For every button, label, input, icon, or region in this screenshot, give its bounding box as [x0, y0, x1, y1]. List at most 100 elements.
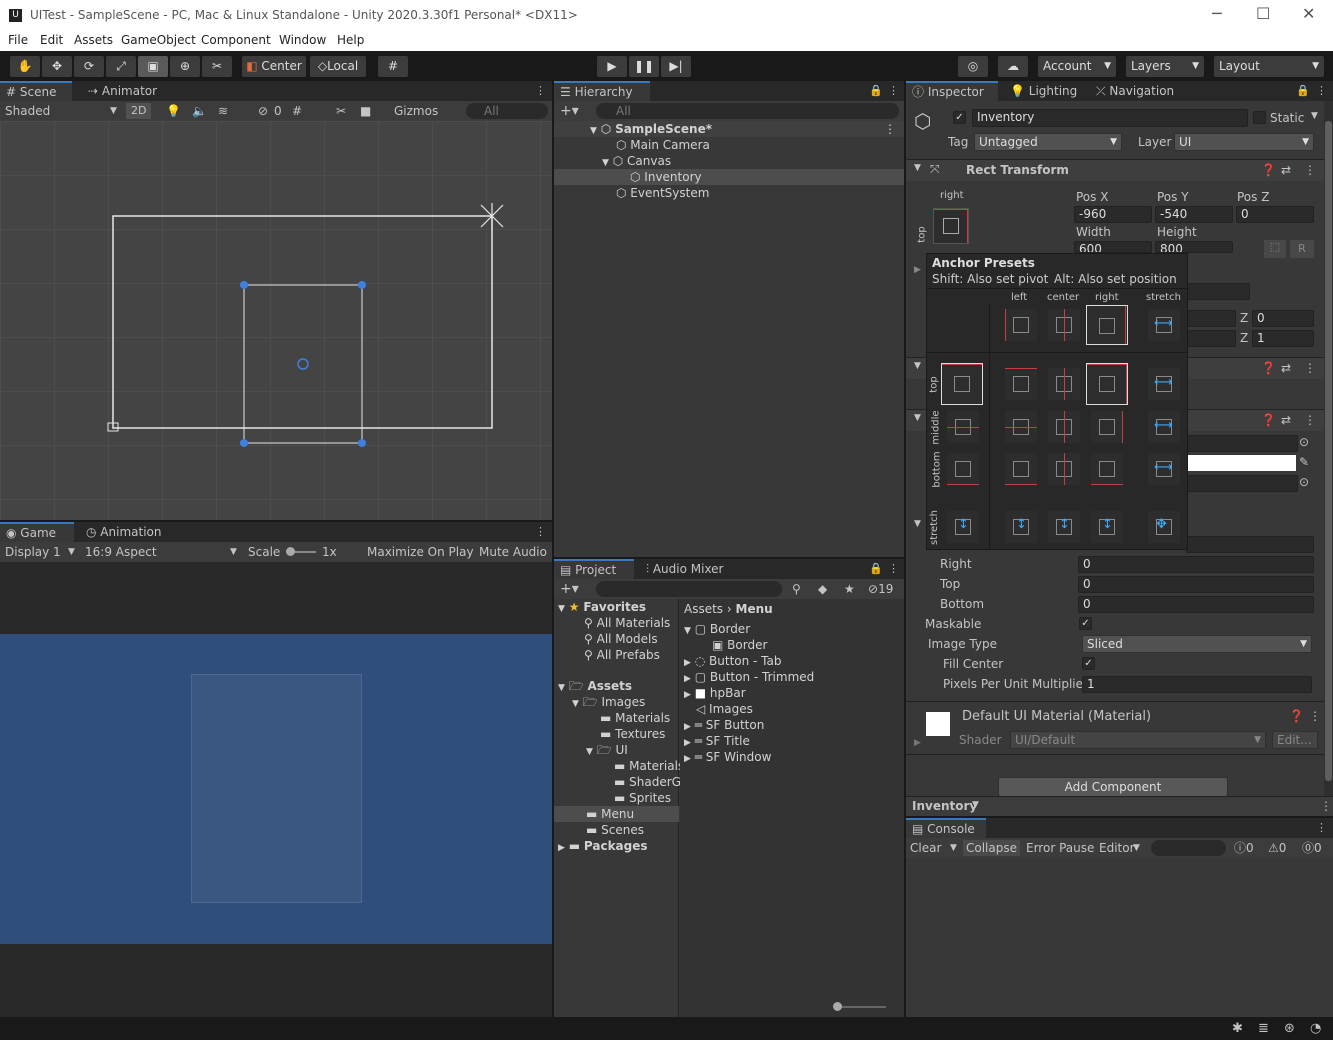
tab-project[interactable]: ▤ Project: [554, 559, 634, 579]
hierarchy-item-inventory[interactable]: ⬡ Inventory: [554, 169, 904, 185]
clear-button[interactable]: Clear: [910, 840, 941, 856]
anchor-preset-bottom-center[interactable]: [1048, 453, 1080, 485]
lighting-toggle-icon[interactable]: 💡: [166, 103, 181, 119]
tab-audio-mixer[interactable]: ⫶ Audio Mixer: [640, 559, 740, 579]
kebab-menu-icon[interactable]: ⋮: [1304, 361, 1316, 375]
menu-window[interactable]: Window: [279, 33, 326, 47]
scale-tool-icon[interactable]: ⤢: [106, 56, 136, 77]
anchor-preset-bottom-left[interactable]: [1005, 453, 1037, 485]
tab-animation[interactable]: ◷ Animation: [80, 522, 170, 542]
shading-mode-dropdown[interactable]: Shaded: [5, 103, 50, 119]
posy-field[interactable]: -540: [1155, 206, 1233, 223]
grid-snap-icon[interactable]: #: [378, 56, 408, 77]
lock-icon[interactable]: 🔒: [869, 562, 883, 575]
favorites-header[interactable]: ▼ ★ Favorites: [554, 599, 646, 615]
grid-toggle-icon[interactable]: #: [292, 103, 302, 119]
shader-edit-button[interactable]: Edit...: [1272, 731, 1318, 749]
folder-sprites[interactable]: ▬ Sprites: [554, 790, 671, 806]
folder-shadergraph[interactable]: ▬ ShaderG: [554, 774, 681, 790]
anchor-preset-top-left[interactable]: [1005, 368, 1037, 400]
shader-dropdown[interactable]: UI/Default ▼: [1010, 731, 1266, 749]
anchor-preset-none-center[interactable]: [1048, 309, 1080, 341]
favorite-star-icon[interactable]: ★: [844, 581, 855, 597]
display-dropdown[interactable]: Display 1: [5, 544, 61, 560]
tab-lighting[interactable]: 💡 Lighting: [1004, 81, 1084, 101]
console-search-input[interactable]: [1151, 840, 1226, 856]
anchor-preset-stretch-stretch[interactable]: ✥: [1148, 511, 1180, 543]
tab-scene[interactable]: # Scene: [0, 81, 72, 101]
space-toggle[interactable]: ◇Local: [310, 56, 366, 77]
help-icon[interactable]: ❓: [1289, 709, 1304, 723]
warning-count-toggle[interactable]: ⚠0: [1268, 840, 1286, 856]
scale-slider-thumb[interactable]: [286, 547, 295, 556]
rotate-tool-icon[interactable]: ⟳: [74, 56, 104, 77]
static-caret-icon[interactable]: ▼: [1311, 111, 1318, 121]
pause-button[interactable]: ❚❚: [629, 56, 659, 77]
lock-icon[interactable]: 🔒: [1296, 84, 1310, 97]
anchor-preset-middle-stretch[interactable]: ⟷: [1148, 411, 1180, 443]
layer-dropdown[interactable]: UI ▼: [1174, 133, 1314, 151]
color-swatch[interactable]: [1186, 455, 1296, 471]
material-field[interactable]: [1186, 475, 1298, 492]
folder-textures[interactable]: ▬ Textures: [554, 726, 665, 742]
close-button[interactable]: ✕: [1302, 4, 1315, 23]
anchor-preset-stretch-right[interactable]: ↕: [1091, 511, 1123, 543]
anchor-preset-none-stretch[interactable]: ⟷: [1148, 309, 1180, 341]
play-button[interactable]: ▶: [597, 56, 627, 77]
gizmos-dropdown[interactable]: Gizmos: [394, 103, 438, 119]
asset-border-prefab[interactable]: ▼ ▢ Border: [680, 621, 750, 637]
collapse-caret-icon[interactable]: ▼: [914, 519, 921, 529]
raw-edit-button[interactable]: R: [1290, 240, 1314, 258]
auto-refresh-icon[interactable]: ◔: [1310, 1021, 1321, 1036]
anchor-preset-stretch-left[interactable]: ↕: [1005, 511, 1037, 543]
object-picker-icon[interactable]: ⊙: [1299, 435, 1309, 449]
kebab-menu-icon[interactable]: ⋮: [1309, 709, 1321, 723]
transform-tool-icon[interactable]: ⊕: [170, 56, 200, 77]
add-object-button[interactable]: +▾: [560, 103, 579, 119]
anchor-preset-none-left[interactable]: [1005, 309, 1037, 341]
asset-button-trimmed[interactable]: ▶ ▢ Button - Trimmed: [680, 669, 814, 685]
icon-size-slider-thumb[interactable]: [833, 1002, 842, 1011]
height-field[interactable]: 800: [1155, 241, 1233, 253]
cloud-icon[interactable]: ☁: [998, 56, 1028, 77]
anchor-preset-bottom-none[interactable]: [947, 453, 979, 485]
scene-viewport[interactable]: [0, 121, 552, 520]
lighting-icon[interactable]: ⊛: [1284, 1021, 1295, 1036]
hierarchy-item-canvas[interactable]: ▼ ⬡ Canvas: [554, 153, 671, 169]
bottom-field[interactable]: 0: [1078, 596, 1314, 613]
scale-y-field[interactable]: [1186, 330, 1236, 347]
camera-icon[interactable]: ■: [360, 103, 371, 119]
anchor-preset-top-right[interactable]: [1086, 363, 1128, 405]
2d-toggle[interactable]: 2D: [126, 103, 152, 119]
layout-dropdown[interactable]: Layout ▼: [1214, 56, 1324, 77]
asset-images-scene[interactable]: ◁ Images: [680, 701, 753, 717]
kebab-menu-icon[interactable]: ⋮: [1304, 163, 1316, 177]
preset-icon[interactable]: ⇄: [1281, 361, 1291, 375]
inspector-scrollbar-thumb[interactable]: [1325, 121, 1332, 781]
project-search-input[interactable]: [596, 581, 782, 597]
object-picker-icon[interactable]: ⊙: [1299, 475, 1309, 489]
maskable-checkbox[interactable]: ✓: [1079, 617, 1092, 630]
audio-toggle-icon[interactable]: 🔈: [192, 103, 207, 119]
scene-root-row[interactable]: ▼ ⬡ SampleScene* ⋮: [554, 121, 904, 137]
favorite-all-models[interactable]: ⚲ All Models: [554, 631, 658, 647]
object-name-field[interactable]: Inventory: [972, 109, 1248, 127]
asset-sf-button[interactable]: ▶ ═ SF Button: [680, 717, 764, 733]
effects-toggle-icon[interactable]: ≋: [218, 103, 228, 119]
maximize-on-play-toggle[interactable]: Maximize On Play: [367, 544, 474, 560]
folder-materials[interactable]: ▬ Materials: [554, 710, 670, 726]
ppu-field[interactable]: 1: [1082, 676, 1312, 693]
folder-ui[interactable]: ▼ 🗁 UI: [554, 742, 628, 758]
minimize-button[interactable]: ─: [1212, 4, 1222, 23]
menu-file[interactable]: File: [8, 33, 28, 47]
anchor-preset-top-stretch[interactable]: ⟷: [1148, 368, 1180, 400]
expand-caret-icon[interactable]: ▶: [914, 738, 921, 748]
custom-tool-icon[interactable]: ✂: [202, 56, 232, 77]
create-asset-button[interactable]: +▾: [560, 581, 579, 597]
anchor-preset-stretch-none[interactable]: ↕: [947, 511, 979, 543]
source-image-field[interactable]: [1186, 435, 1298, 452]
scene-search-input[interactable]: All: [466, 103, 548, 119]
kebab-menu-icon[interactable]: ⋮: [1316, 84, 1327, 97]
kebab-menu-icon[interactable]: ⋮: [888, 84, 899, 97]
folder-ui-materials[interactable]: ▬ Materials: [554, 758, 684, 774]
